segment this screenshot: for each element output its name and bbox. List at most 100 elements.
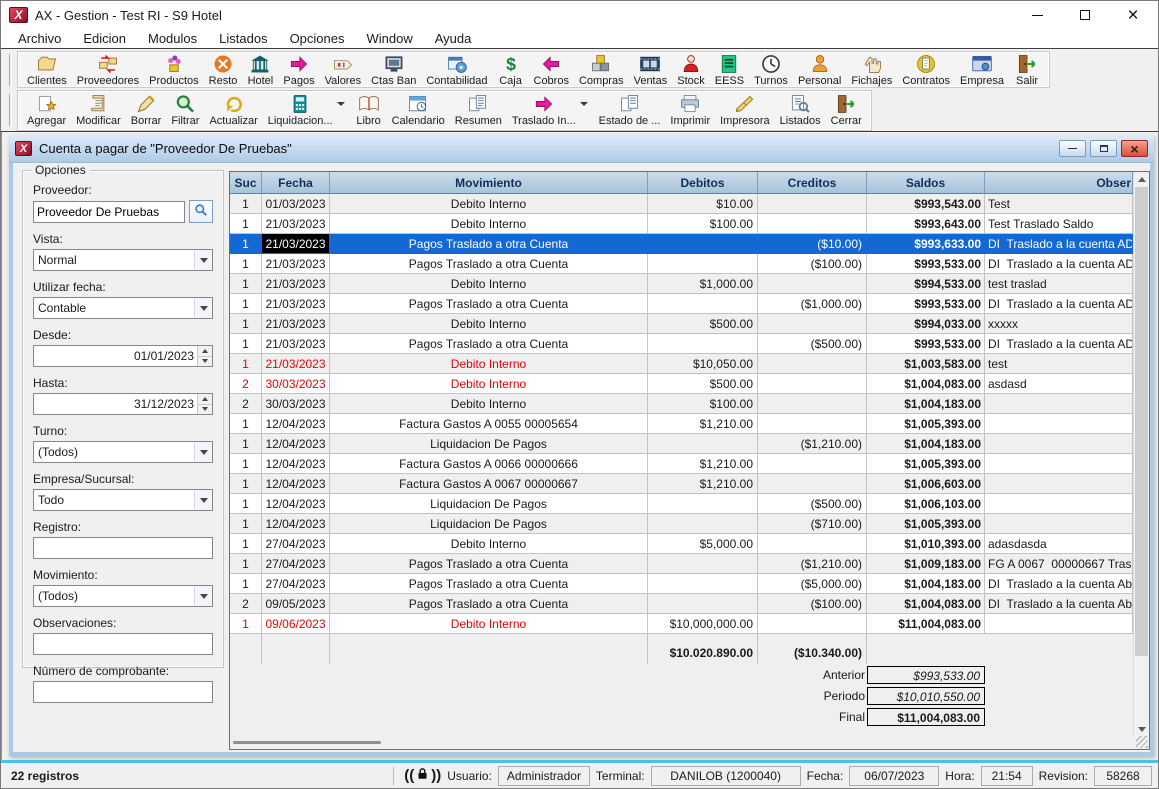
toolbar-grip[interactable] — [9, 94, 12, 126]
menu-item-window[interactable]: Window — [355, 29, 423, 48]
table-row[interactable]: 127/04/2023Debito Interno$5,000.00$1,010… — [230, 534, 1149, 554]
registro-input[interactable] — [33, 537, 213, 559]
toolbar-button-modificar[interactable]: Modificar — [71, 91, 126, 130]
hasta-input[interactable]: 31/12/2023 — [33, 393, 213, 415]
column-header-creditos[interactable]: Creditos — [758, 172, 867, 194]
table-row[interactable]: 230/03/2023Debito Interno$500.00$1,004,0… — [230, 374, 1149, 394]
vista-select[interactable]: Normal — [33, 249, 213, 271]
toolbar-button-agregar[interactable]: Agregar — [22, 91, 71, 130]
horizontal-scroll-thumb[interactable] — [233, 741, 381, 744]
toolbar-button-traslado-in[interactable]: Traslado In... — [507, 91, 594, 130]
toolbar-button-actualizar[interactable]: Actualizar — [204, 91, 262, 130]
menu-item-opciones[interactable]: Opciones — [279, 29, 356, 48]
toolbar-button-impresora[interactable]: Impresora — [715, 91, 775, 130]
toolbar-button-imprimir[interactable]: Imprimir — [665, 91, 715, 130]
toolbar-button-proveedores[interactable]: Proveedores — [72, 52, 144, 87]
menu-item-ayuda[interactable]: Ayuda — [424, 29, 483, 48]
table-row[interactable]: 121/03/2023Debito Interno$500.00$994,033… — [230, 314, 1149, 334]
hasta-spinner[interactable] — [197, 394, 212, 414]
toolbar-button-turnos[interactable]: Turnos — [749, 52, 793, 87]
toolbar-button-estado-de[interactable]: Estado de ... — [594, 91, 666, 130]
dropdown-caret-icon[interactable] — [580, 102, 588, 106]
table-row[interactable]: 121/03/2023Pagos Traslado a otra Cuenta(… — [230, 294, 1149, 314]
table-row[interactable]: 121/03/2023Debito Interno$10,050.00$1,00… — [230, 354, 1149, 374]
column-header-fecha[interactable]: Fecha — [262, 172, 330, 194]
spin-down-icon[interactable] — [198, 357, 212, 367]
toolbar-button-pagos[interactable]: Pagos — [278, 52, 319, 87]
column-header-observaciones[interactable]: Obser — [985, 172, 1133, 194]
menu-item-archivo[interactable]: Archivo — [7, 29, 72, 48]
toolbar-button-cerrar[interactable]: Cerrar — [826, 91, 867, 130]
toolbar-button-libro[interactable]: Libro — [351, 91, 387, 130]
table-row[interactable]: 121/03/2023Pagos Traslado a otra Cuenta(… — [230, 234, 1149, 254]
table-row[interactable]: 101/03/2023Debito Interno$10.00$993,543.… — [230, 194, 1149, 214]
toolbar-button-fichajes[interactable]: Fichajes — [846, 52, 897, 87]
toolbar-button-listados[interactable]: Listados — [775, 91, 826, 130]
toolbar-button-productos[interactable]: Productos — [144, 52, 204, 87]
toolbar-button-stock[interactable]: Stock — [672, 52, 710, 87]
table-row[interactable]: 121/03/2023Debito Interno$100.00$993,643… — [230, 214, 1149, 234]
observaciones-input[interactable] — [33, 633, 213, 655]
toolbar-button-salir[interactable]: Salir — [1009, 52, 1045, 87]
toolbar-button-resto[interactable]: Resto — [204, 52, 243, 87]
table-row[interactable]: 121/03/2023Pagos Traslado a otra Cuenta(… — [230, 254, 1149, 274]
utilizar-fecha-select[interactable]: Contable — [33, 297, 213, 319]
table-row[interactable]: 121/03/2023Pagos Traslado a otra Cuenta(… — [230, 334, 1149, 354]
table-row[interactable]: 127/04/2023Pagos Traslado a otra Cuenta(… — [230, 574, 1149, 594]
toolbar-button-borrar[interactable]: Borrar — [126, 91, 167, 130]
column-header-saldos[interactable]: Saldos — [867, 172, 985, 194]
turno-select[interactable]: (Todos) — [33, 441, 213, 463]
toolbar-button-filtrar[interactable]: Filtrar — [166, 91, 204, 130]
search-button[interactable] — [189, 200, 213, 223]
table-row[interactable]: 112/04/2023Liquidacion De Pagos($1,210.0… — [230, 434, 1149, 454]
toolbar-button-calendario[interactable]: Calendario — [387, 91, 450, 130]
spin-down-icon[interactable] — [198, 405, 212, 415]
spin-up-icon[interactable] — [198, 346, 212, 357]
resize-grip[interactable] — [1136, 736, 1148, 748]
table-row[interactable]: 127/04/2023Pagos Traslado a otra Cuenta(… — [230, 554, 1149, 574]
table-row[interactable]: 112/04/2023Liquidacion De Pagos($710.00)… — [230, 514, 1149, 534]
toolbar-button-resumen[interactable]: Resumen — [450, 91, 507, 130]
minimize-button[interactable] — [1020, 3, 1054, 27]
movimiento-select[interactable]: (Todos) — [33, 585, 213, 607]
menu-item-listados[interactable]: Listados — [208, 29, 278, 48]
menu-item-modulos[interactable]: Modulos — [137, 29, 208, 48]
desde-input[interactable]: 01/01/2023 — [33, 345, 213, 367]
child-close-button[interactable]: × — [1121, 140, 1148, 157]
table-row[interactable]: 109/06/2023Debito Interno$10,000,000.00$… — [230, 614, 1149, 634]
toolbar-grip[interactable] — [9, 54, 12, 86]
table-row[interactable]: 121/03/2023Debito Interno$1,000.00$994,5… — [230, 274, 1149, 294]
toolbar-button-clientes[interactable]: Clientes — [22, 52, 72, 87]
toolbar-button-cobros[interactable]: Cobros — [529, 52, 574, 87]
table-row[interactable]: 230/03/2023Debito Interno$100.00$1,004,1… — [230, 394, 1149, 414]
scroll-up-icon[interactable] — [1134, 172, 1149, 186]
toolbar-button-liquidacion[interactable]: Liquidacion... — [263, 91, 351, 130]
toolbar-button-compras[interactable]: Compras — [574, 52, 629, 87]
empresa-sucursal-select[interactable]: Todo — [33, 489, 213, 511]
menu-item-edicion[interactable]: Edicion — [72, 29, 137, 48]
child-restore-button[interactable] — [1090, 140, 1117, 157]
column-header-suc[interactable]: Suc — [230, 172, 262, 194]
close-button[interactable]: × — [1116, 3, 1150, 27]
spin-up-icon[interactable] — [198, 394, 212, 405]
table-row[interactable]: 209/05/2023Pagos Traslado a otra Cuenta(… — [230, 594, 1149, 614]
vertical-scrollbar[interactable] — [1133, 172, 1149, 736]
toolbar-button-caja[interactable]: $Caja — [493, 52, 529, 87]
dropdown-caret-icon[interactable] — [337, 102, 345, 106]
toolbar-button-ventas[interactable]: Ventas — [629, 52, 673, 87]
column-header-movimiento[interactable]: Movimiento — [330, 172, 648, 194]
comprobante-input[interactable] — [33, 681, 213, 703]
toolbar-button-empresa[interactable]: Empresa — [955, 52, 1009, 87]
scroll-down-icon[interactable] — [1134, 722, 1149, 736]
maximize-button[interactable] — [1068, 3, 1102, 27]
toolbar-button-eess[interactable]: EESS — [710, 52, 749, 87]
toolbar-button-ctas-ban[interactable]: Ctas Ban — [366, 52, 421, 87]
column-header-debitos[interactable]: Debitos — [648, 172, 758, 194]
toolbar-button-personal[interactable]: Personal — [793, 52, 846, 87]
toolbar-button-valores[interactable]: Valores — [320, 52, 366, 87]
vertical-scroll-thumb[interactable] — [1135, 187, 1148, 656]
table-row[interactable]: 112/04/2023Factura Gastos A 0055 0000565… — [230, 414, 1149, 434]
proveedor-input[interactable] — [33, 201, 185, 223]
toolbar-button-contabilidad[interactable]: Contabilidad — [421, 52, 492, 87]
desde-spinner[interactable] — [197, 346, 212, 366]
